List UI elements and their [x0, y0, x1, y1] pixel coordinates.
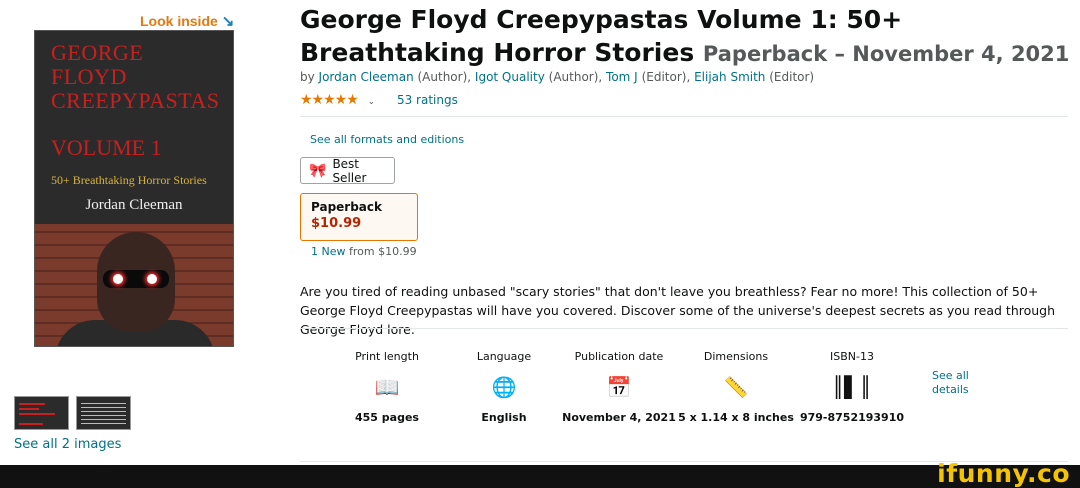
byline-by: by	[300, 70, 315, 84]
cover-author: Jordan Cleeman	[85, 197, 183, 213]
barcode-icon: ║▌║	[832, 375, 872, 399]
thumb-text-line	[81, 411, 126, 412]
contributor-role: (Editor),	[641, 70, 691, 84]
best-seller-badge[interactable]: 🎀 Best Seller	[300, 156, 395, 185]
see-all-formats-link[interactable]: See all formats and editions	[310, 133, 464, 146]
contributor-link[interactable]: Jordan Cleeman	[319, 70, 414, 84]
globe-icon: 🌐	[491, 375, 517, 399]
ratings-count-link[interactable]: 53 ratings	[397, 93, 458, 107]
new-offers-link[interactable]: 1 New	[311, 245, 346, 258]
glowing-eye-icon	[113, 274, 123, 284]
thumb-line	[19, 403, 45, 405]
see-all-details-link[interactable]: See all details	[932, 369, 982, 397]
detail-dimensions: Dimensions 📏 5 x 1.14 x 8 inches	[671, 350, 801, 424]
chevron-down-icon[interactable]: ⌄	[368, 97, 376, 107]
cover-title: GEORGE FLOYD CREEPYPASTAS	[51, 41, 220, 113]
contributor-role: (Editor)	[769, 70, 815, 84]
divider	[300, 328, 1068, 329]
thumb-line	[19, 408, 39, 410]
thumb-line	[19, 423, 43, 425]
format-option-paperback[interactable]: Paperback $10.99	[300, 193, 418, 241]
detail-language: Language 🌐 English	[439, 350, 569, 424]
detail-value: English	[481, 411, 527, 424]
cover-volume: VOLUME 1	[51, 135, 162, 160]
see-all-images-link[interactable]: See all 2 images	[14, 437, 121, 452]
award-ribbon-icon: 🎀	[309, 162, 327, 179]
thumb-text-line	[81, 407, 126, 408]
new-from-price: from $10.99	[349, 245, 417, 258]
book-cover-image[interactable]: GEORGE FLOYD CREEPYPASTAS VOLUME 1 50+ B…	[34, 30, 234, 347]
arrow-down-right-icon: ↘	[221, 13, 235, 30]
product-format-date: Paperback – November 4, 2021	[702, 42, 1070, 66]
byline: by Jordan Cleeman (Author), Igot Quality…	[300, 70, 814, 84]
book-pages-icon: 📖	[374, 375, 400, 399]
contributor-role: (Author),	[417, 70, 472, 84]
best-seller-label: Best Seller	[332, 156, 367, 185]
contributor-link[interactable]: Elijah Smith	[694, 70, 765, 84]
contributor-link[interactable]: Igot Quality	[475, 70, 545, 84]
new-from-offer: 1 New from $10.99	[311, 245, 417, 258]
contributor-role: (Author),	[548, 70, 603, 84]
cover-photo-mask	[103, 270, 169, 288]
thumb-text-line	[81, 419, 126, 420]
detail-label: Print length	[355, 350, 419, 363]
cover-photo	[35, 224, 233, 346]
detail-value: November 4, 2021	[562, 411, 676, 424]
ruler-icon: 📏	[723, 375, 749, 399]
format-label: Paperback	[311, 200, 382, 214]
detail-label: Publication date	[574, 350, 664, 363]
calendar-icon: 📅	[606, 375, 632, 399]
thumb-text-line	[81, 403, 126, 404]
detail-publication-date: Publication date 📅 November 4, 2021	[554, 350, 684, 424]
ratings-row: ★★★★★ ⌄ 53 ratings	[300, 92, 458, 108]
detail-print-length: Print length 📖 455 pages	[322, 350, 452, 424]
detail-value: 455 pages	[355, 411, 419, 424]
watermark-bar	[0, 465, 1080, 488]
detail-value: 979-8752193910	[799, 411, 905, 424]
thumbnail-front-cover[interactable]	[14, 396, 69, 430]
product-description: Are you tired of reading unbased "scary …	[300, 284, 1056, 337]
glowing-eye-icon	[147, 274, 157, 284]
detail-label: ISBN-13	[830, 350, 874, 363]
detail-value: 5 x 1.14 x 8 inches	[678, 411, 794, 424]
contributor-link[interactable]: Tom J	[606, 70, 638, 84]
thumb-text-line	[81, 423, 126, 424]
thumbnail-back-cover[interactable]	[76, 396, 131, 430]
cover-title-line: FLOYD	[51, 64, 127, 89]
detail-label: Language	[476, 350, 532, 363]
thumb-text-line	[81, 415, 126, 416]
cover-photo-head	[97, 232, 175, 332]
detail-isbn-13: ISBN-13 ║▌║ 979-8752193910	[787, 350, 917, 424]
divider	[300, 116, 1068, 117]
cover-title-line: CREEPYPASTAS	[51, 88, 220, 113]
cover-title-line: GEORGE	[51, 40, 144, 65]
cover-subtitle: 50+ Breathtaking Horror Stories	[51, 173, 207, 187]
star-rating-icon[interactable]: ★★★★★	[300, 92, 359, 108]
product-title: George Floyd Creepypastas Volume 1: 50+ …	[300, 3, 1070, 71]
thumb-line	[19, 413, 55, 415]
detail-label: Dimensions	[703, 350, 769, 363]
ifunny-watermark-logo: ifunny.co	[937, 459, 1070, 488]
look-inside-link[interactable]: Look inside ↘	[140, 12, 234, 30]
format-price: $10.99	[311, 216, 362, 231]
look-inside-label: Look inside	[140, 13, 218, 29]
